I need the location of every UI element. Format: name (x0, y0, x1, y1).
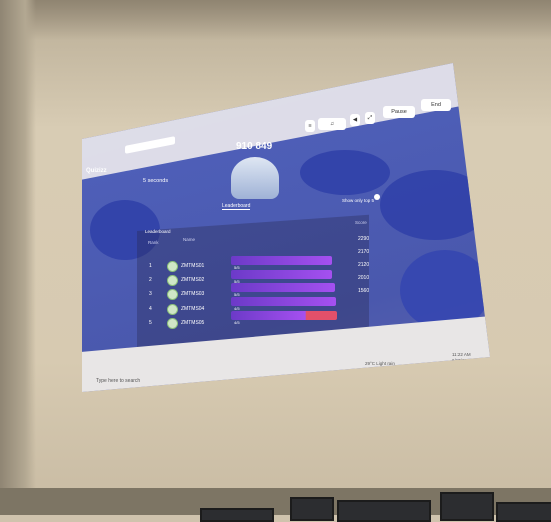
music-button[interactable]: ♫ (318, 118, 346, 130)
monitor (200, 508, 274, 522)
row-rank: 3 (149, 291, 152, 298)
volume-button[interactable]: ◀ (350, 114, 360, 126)
row-score: 2290 (358, 236, 370, 242)
clock-time: 11:22 AM (452, 352, 471, 357)
cloud-shape (300, 150, 390, 195)
row-name: ZMTMS03 (181, 291, 205, 298)
monitor (496, 502, 551, 522)
app-logo: Quizizz (86, 168, 107, 174)
row-name: ZMTMS05 (181, 319, 205, 326)
accuracy-bar: 4/5 (231, 310, 338, 325)
wall-corner (0, 0, 36, 515)
menu-icon: ≡ (308, 123, 312, 129)
avatar (167, 261, 178, 272)
accuracy-bar: 4/5 (231, 297, 337, 311)
score-value: 910 849 (236, 141, 273, 152)
fullscreen-icon: ⤢ (367, 115, 373, 121)
column-score: Score (355, 220, 367, 225)
row-score: 2170 (358, 249, 370, 255)
avatar (167, 275, 178, 287)
monitor (290, 497, 334, 521)
row-rank: 2 (149, 277, 152, 284)
row-rank: 1 (149, 263, 152, 269)
row-score: 2010 (358, 275, 370, 281)
row-score: 1560 (358, 288, 370, 294)
ceiling (0, 0, 551, 40)
row-name: ZMTMS02 (181, 277, 205, 284)
pause-label: Pause (391, 109, 407, 115)
row-name: ZMTMS04 (181, 305, 205, 312)
row-score: 2120 (358, 262, 370, 268)
row-name: ZMTMS01 (181, 263, 205, 269)
row-rank: 5 (149, 319, 152, 326)
avatar (167, 317, 178, 329)
volume-icon: ◀ (352, 117, 358, 123)
leaderboard-title: Leaderboard (145, 229, 171, 234)
weather-text: 29°C Light rain (365, 361, 395, 366)
row-rank: 4 (149, 305, 152, 312)
monitor (440, 492, 494, 521)
end-label: End (431, 102, 441, 108)
avatar (167, 289, 178, 301)
fullscreen-button[interactable]: ⤢ (365, 112, 375, 124)
quiz-mascot-dome (231, 157, 279, 199)
column-name: Name (183, 237, 196, 242)
top5-toggle[interactable] (374, 194, 380, 200)
accuracy-bar-label: 4/5 (234, 319, 240, 325)
taskbar-search[interactable]: Type here to search (96, 378, 140, 384)
end-button[interactable]: End (421, 99, 451, 111)
avatar (167, 303, 178, 315)
top5-toggle-label: Show only top 5 (342, 198, 375, 203)
accuracy-bar: 5/5 (231, 283, 335, 297)
accuracy-bar: 5/5 (231, 256, 333, 270)
menu-button[interactable]: ≡ (305, 120, 315, 132)
music-icon: ♫ (329, 121, 335, 127)
pause-button[interactable]: Pause (383, 106, 415, 118)
column-rank: Rank (148, 240, 159, 245)
tab-leaderboard[interactable]: Leaderboard (222, 203, 251, 210)
accuracy-bar: 5/5 (231, 269, 333, 284)
timer-label: 5 seconds (143, 178, 169, 184)
monitor (337, 500, 431, 522)
